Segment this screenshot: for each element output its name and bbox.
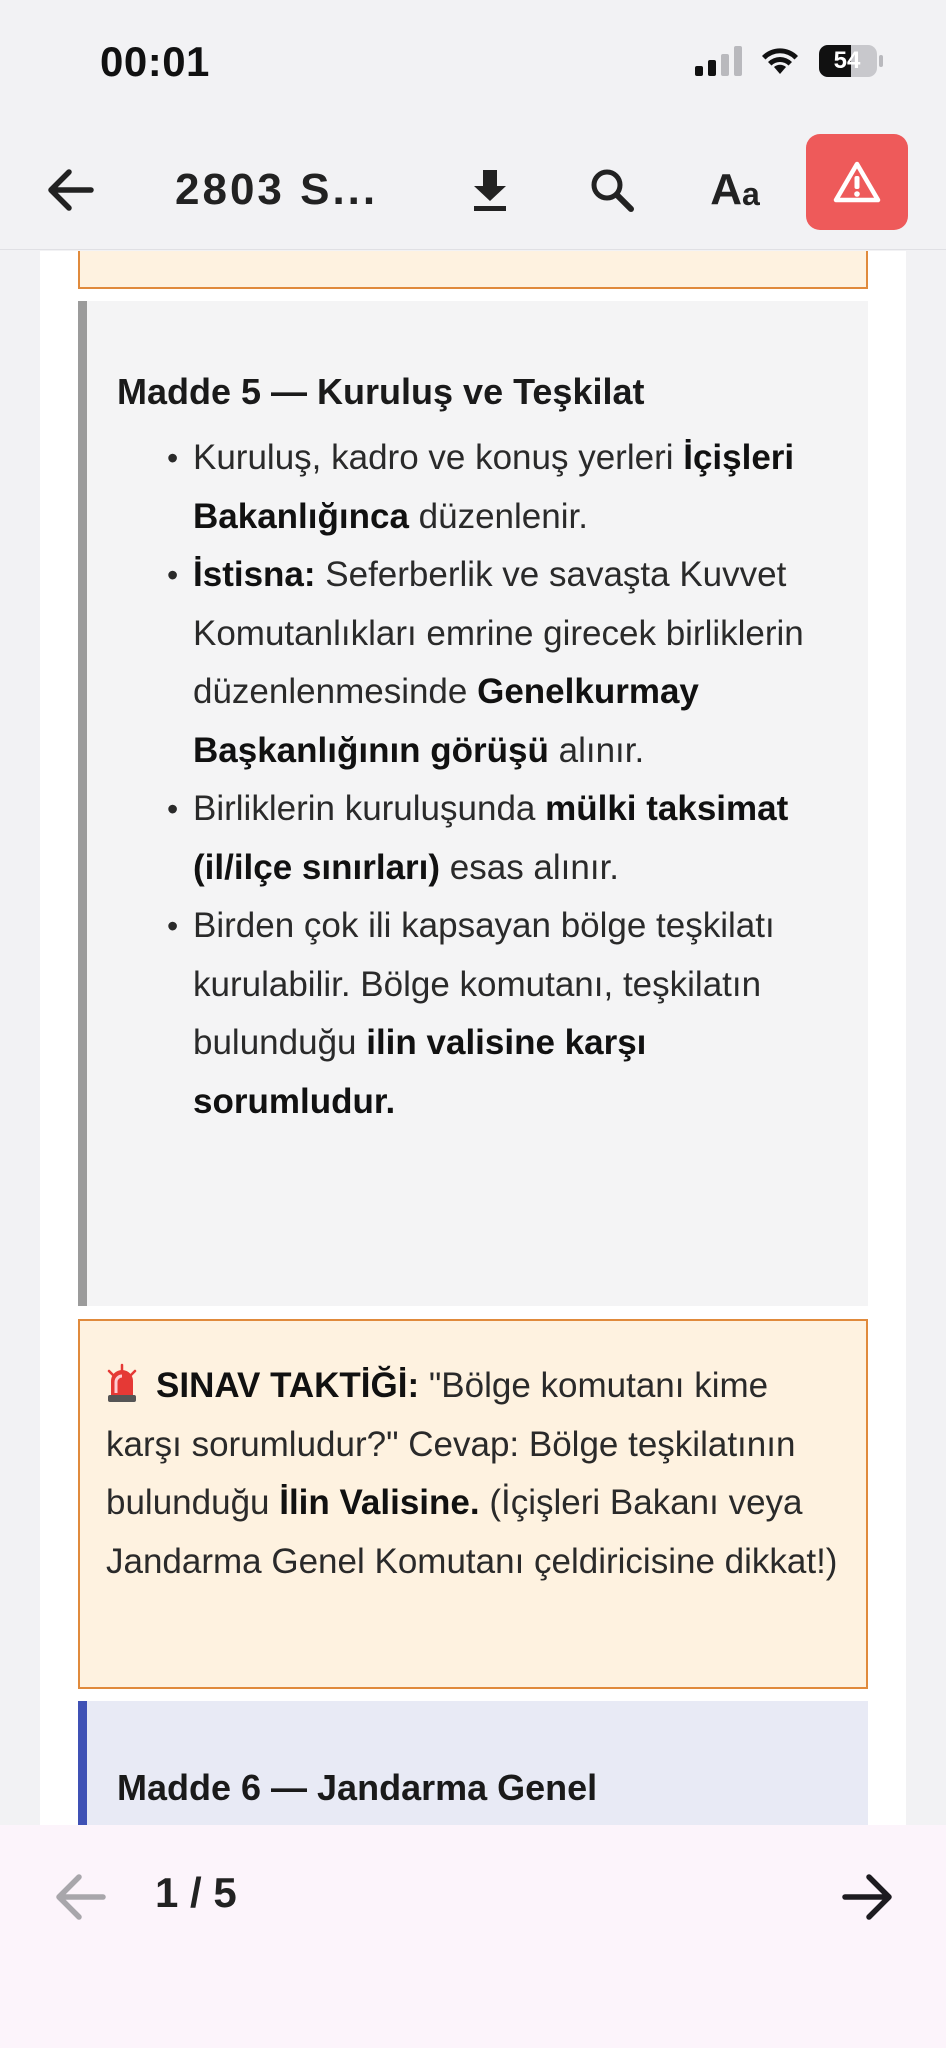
cellular-signal-icon <box>695 46 742 76</box>
list-item: Birliklerin kuruluşunda mülki taksimat (… <box>167 780 847 897</box>
report-issue-button[interactable] <box>806 134 908 230</box>
previous-page-button[interactable] <box>48 1865 112 1929</box>
status-time: 00:01 <box>100 38 210 85</box>
tip-label: SINAV TAKTİĞİ: <box>156 1366 420 1405</box>
arrow-left-icon <box>48 169 94 211</box>
document-title: 2803 S... <box>175 165 379 214</box>
document-content[interactable]: Madde 5 — Kuruluş ve Teşkilat Kuruluş, k… <box>40 251 906 1825</box>
battery-icon: 54 <box>818 44 884 78</box>
search-icon <box>591 169 634 212</box>
next-page-button[interactable] <box>836 1865 900 1929</box>
article-6-card: Madde 6 — Jandarma Genel <box>78 1701 868 1825</box>
article-title: Madde 5 — Kuruluş ve Teşkilat <box>117 371 645 412</box>
download-button[interactable] <box>458 158 522 222</box>
siren-icon <box>107 1363 137 1402</box>
list-item: İstisna: Seferberlik ve savaşta Kuvvet K… <box>167 546 847 780</box>
toolbar: 2803 S... A a <box>0 130 946 250</box>
warning-triangle-icon <box>833 161 881 203</box>
status-icons: 54 <box>695 44 884 78</box>
font-size-button[interactable]: A a <box>700 158 770 222</box>
wifi-icon <box>760 46 800 76</box>
search-button[interactable] <box>580 158 644 222</box>
font-size-small-letter: a <box>741 175 760 212</box>
font-size-big-letter: A <box>710 165 742 214</box>
list-item: Kuruluş, kadro ve konuş yerleri İçişleri… <box>167 429 847 546</box>
article-title: Madde 6 — Jandarma Genel <box>117 1767 598 1808</box>
page-navigation-bar: 1 / 5 <box>0 1825 946 2048</box>
download-icon <box>474 170 506 211</box>
tip-answer: İlin Valisine. <box>279 1483 480 1522</box>
list-item: Birden çok ili kapsayan bölge teşkilatı … <box>167 897 847 1131</box>
back-button[interactable] <box>38 158 102 222</box>
exam-tip-box: SINAV TAKTİĞİ: "Bölge komutanı kime karş… <box>78 1319 868 1689</box>
article-5-card: Madde 5 — Kuruluş ve Teşkilat Kuruluş, k… <box>78 301 868 1306</box>
battery-level: 54 <box>833 47 861 74</box>
article-bullet-list: Kuruluş, kadro ve konuş yerleri İçişleri… <box>167 429 847 1131</box>
status-bar: 00:01 54 <box>0 0 946 130</box>
arrow-right-icon <box>842 1874 892 1920</box>
arrow-left-icon <box>56 1874 106 1920</box>
previous-tip-box <box>78 251 868 289</box>
page-indicator: 1 / 5 <box>155 1869 237 1916</box>
